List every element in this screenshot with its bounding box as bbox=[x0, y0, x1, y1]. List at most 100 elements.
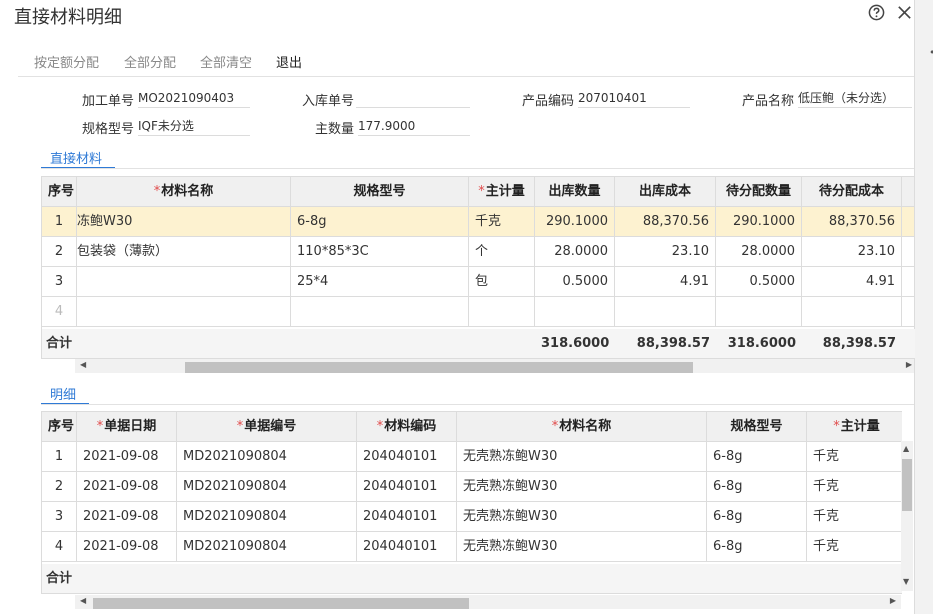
col-header-doc-no[interactable]: *单据编号 bbox=[177, 412, 357, 442]
cell-out-qty[interactable]: 28.0000 bbox=[535, 237, 615, 267]
scroll-left-icon[interactable]: ◀ bbox=[80, 596, 86, 605]
cell-doc-date[interactable]: 2021-09-08 bbox=[77, 532, 177, 562]
scroll-right-icon[interactable]: ▶ bbox=[890, 596, 896, 605]
cell-out-qty[interactable]: 290.1000 bbox=[535, 207, 615, 237]
col-header-seq[interactable]: 序号 bbox=[42, 177, 77, 207]
details-horizontal-scrollbar[interactable]: ◀ ▶ bbox=[75, 595, 901, 609]
cell-unit[interactable]: 千克 bbox=[807, 502, 902, 532]
cell-unit[interactable]: 个 bbox=[469, 237, 535, 267]
table-row[interactable]: 1 2021-09-08 MD2021090804 204040101 无壳熟冻… bbox=[42, 442, 902, 472]
cell-doc-no[interactable]: MD2021090804 bbox=[177, 472, 357, 502]
cell-unit[interactable]: 千克 bbox=[807, 472, 902, 502]
cell-out-cost[interactable]: 23.10 bbox=[615, 237, 716, 267]
cell-out-qty[interactable] bbox=[535, 297, 615, 327]
col-header-material-name[interactable]: *材料名称 bbox=[457, 412, 707, 442]
cell-pending-qty[interactable]: 290.1000 bbox=[716, 207, 802, 237]
product-code-field[interactable]: 207010401 bbox=[578, 89, 690, 108]
tab-direct-materials[interactable]: 直接材料 bbox=[50, 148, 102, 167]
cell-material-code[interactable]: 204040101 bbox=[357, 502, 457, 532]
allocate-all-button[interactable]: 全部分配 bbox=[124, 52, 176, 71]
table-row[interactable]: 2 2021-09-08 MD2021090804 204040101 无壳熟冻… bbox=[42, 472, 902, 502]
process-no-field[interactable]: MO2021090403 bbox=[138, 89, 250, 108]
cell-pending-cost[interactable]: 23.10 bbox=[802, 237, 902, 267]
product-name-field[interactable]: 低压鲍（未分选） bbox=[798, 89, 912, 108]
cell-pending-qty[interactable]: 0.5000 bbox=[716, 267, 802, 297]
cell-spec[interactable]: 25*4 bbox=[291, 267, 469, 297]
allocate-by-quota-button[interactable]: 按定额分配 bbox=[34, 52, 99, 71]
cell-pending-cost[interactable]: 4.91 bbox=[802, 267, 902, 297]
col-header-out-cost[interactable]: 出库成本 bbox=[615, 177, 716, 207]
materials-scroll-thumb[interactable] bbox=[185, 362, 693, 373]
cell-material-name[interactable]: 无壳熟冻鲍W30 bbox=[457, 532, 707, 562]
col-header-unit[interactable]: *主计量 bbox=[469, 177, 535, 207]
col-header-pending-qty[interactable]: 待分配数量 bbox=[716, 177, 802, 207]
col-header-out-qty[interactable]: 出库数量 bbox=[535, 177, 615, 207]
cell-material-name[interactable] bbox=[77, 267, 291, 297]
cell-material-name[interactable] bbox=[77, 297, 291, 327]
cell-spec[interactable]: 6-8g bbox=[707, 502, 807, 532]
cell-spec[interactable]: 6-8g bbox=[707, 472, 807, 502]
cell-unit[interactable]: 千克 bbox=[807, 442, 902, 472]
exit-button[interactable]: 退出 bbox=[276, 52, 302, 71]
col-header-doc-date[interactable]: *单据日期 bbox=[77, 412, 177, 442]
cell-doc-date[interactable]: 2021-09-08 bbox=[77, 442, 177, 472]
cell-doc-date[interactable]: 2021-09-08 bbox=[77, 502, 177, 532]
materials-horizontal-scrollbar[interactable]: ◀ ▶ bbox=[75, 359, 914, 373]
cell-out-cost[interactable]: 4.91 bbox=[615, 267, 716, 297]
cell-doc-no[interactable]: MD2021090804 bbox=[177, 532, 357, 562]
col-header-spec[interactable]: 规格型号 bbox=[291, 177, 469, 207]
cell-pending-cost[interactable]: 88,370.56 bbox=[802, 207, 902, 237]
table-row[interactable]: 3 2021-09-08 MD2021090804 204040101 无壳熟冻… bbox=[42, 502, 902, 532]
clear-all-button[interactable]: 全部清空 bbox=[200, 52, 252, 71]
scroll-right-icon[interactable]: ▶ bbox=[906, 360, 912, 369]
scroll-down-icon[interactable]: ▼ bbox=[903, 577, 909, 586]
close-icon[interactable] bbox=[896, 4, 913, 21]
cell-pending-qty[interactable]: 28.0000 bbox=[716, 237, 802, 267]
tab-details[interactable]: 明细 bbox=[50, 384, 76, 403]
cell-material-code[interactable]: 204040101 bbox=[357, 472, 457, 502]
details-vscroll-thumb[interactable] bbox=[902, 459, 912, 511]
cell-out-qty[interactable]: 0.5000 bbox=[535, 267, 615, 297]
cell-material-code[interactable]: 204040101 bbox=[357, 442, 457, 472]
cell-doc-no[interactable]: MD2021090804 bbox=[177, 442, 357, 472]
cell-pending-cost[interactable] bbox=[802, 297, 902, 327]
cell-spec[interactable]: 110*85*3C bbox=[291, 237, 469, 267]
table-row[interactable]: 1 冻鲍W30 6-8g 千克 290.1000 88,370.56 290.1… bbox=[42, 207, 915, 237]
cell-material-code[interactable]: 204040101 bbox=[357, 532, 457, 562]
spec-field[interactable]: IQF未分选 bbox=[138, 117, 250, 136]
cell-out-cost[interactable]: 88,370.56 bbox=[615, 207, 716, 237]
cell-material-name[interactable]: 无壳熟冻鲍W30 bbox=[457, 472, 707, 502]
cell-unit[interactable] bbox=[469, 297, 535, 327]
cell-spec[interactable]: 6-8g bbox=[707, 532, 807, 562]
table-row[interactable]: 4 bbox=[42, 297, 915, 327]
cell-material-name[interactable]: 无壳熟冻鲍W30 bbox=[457, 442, 707, 472]
col-header-spec[interactable]: 规格型号 bbox=[707, 412, 807, 442]
cell-spec[interactable] bbox=[291, 297, 469, 327]
help-icon[interactable] bbox=[868, 4, 885, 21]
col-header-unit[interactable]: *主计量 bbox=[807, 412, 902, 442]
cell-material-name[interactable]: 无壳熟冻鲍W30 bbox=[457, 502, 707, 532]
cell-pending-qty[interactable] bbox=[716, 297, 802, 327]
col-header-seq[interactable]: 序号 bbox=[42, 412, 77, 442]
details-vertical-scrollbar[interactable]: ▲ ▼ bbox=[901, 441, 913, 591]
cell-unit[interactable]: 千克 bbox=[807, 532, 902, 562]
table-row[interactable]: 2 包装袋（薄款） 110*85*3C 个 28.0000 23.10 28.0… bbox=[42, 237, 915, 267]
cell-doc-no[interactable]: MD2021090804 bbox=[177, 502, 357, 532]
cell-out-cost[interactable] bbox=[615, 297, 716, 327]
col-header-material-name[interactable]: *材料名称 bbox=[77, 177, 291, 207]
cell-spec[interactable]: 6-8g bbox=[291, 207, 469, 237]
scroll-up-icon[interactable]: ▲ bbox=[903, 444, 909, 453]
col-header-pending-cost[interactable]: 待分配成本 bbox=[802, 177, 902, 207]
inbound-no-field[interactable] bbox=[356, 89, 470, 108]
cell-unit[interactable]: 千克 bbox=[469, 207, 535, 237]
cell-doc-date[interactable]: 2021-09-08 bbox=[77, 472, 177, 502]
details-scroll-thumb[interactable] bbox=[93, 598, 469, 609]
cell-material-name[interactable]: 包装袋（薄款） bbox=[77, 237, 291, 267]
cell-unit[interactable]: 包 bbox=[469, 267, 535, 297]
main-qty-field[interactable]: 177.9000 bbox=[358, 117, 470, 136]
cell-material-name[interactable]: 冻鲍W30 bbox=[77, 207, 291, 237]
cell-spec[interactable]: 6-8g bbox=[707, 442, 807, 472]
table-row[interactable]: 4 2021-09-08 MD2021090804 204040101 无壳熟冻… bbox=[42, 532, 902, 562]
scroll-left-icon[interactable]: ◀ bbox=[80, 360, 86, 369]
table-row[interactable]: 3 25*4 包 0.5000 4.91 0.5000 4.91 bbox=[42, 267, 915, 297]
